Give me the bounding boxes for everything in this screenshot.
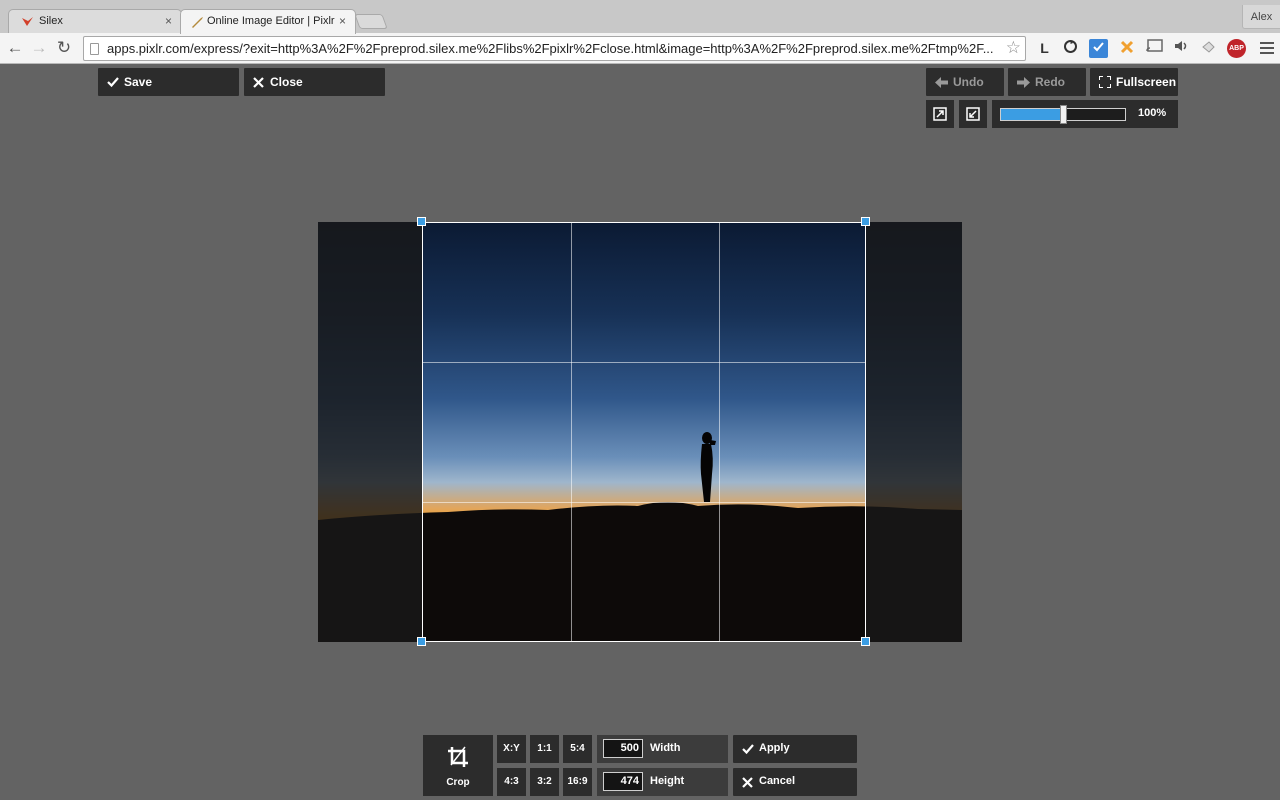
back-button[interactable]: ← bbox=[4, 37, 26, 59]
bookmark-star-icon[interactable]: ☆ bbox=[1006, 38, 1021, 58]
tab-close-icon[interactable]: × bbox=[165, 14, 172, 28]
ratio-16-9-button[interactable]: 16:9 bbox=[563, 768, 592, 796]
check-icon bbox=[107, 68, 119, 96]
crop-tool-label: Crop bbox=[446, 777, 470, 788]
zoom-slider-fill bbox=[1001, 109, 1063, 120]
check-extension-icon[interactable] bbox=[1089, 39, 1108, 58]
arrow-right-icon bbox=[1017, 68, 1030, 96]
width-input[interactable]: 500 bbox=[603, 739, 643, 758]
zoom-control: 100% bbox=[992, 100, 1178, 128]
arrow-left-icon bbox=[935, 68, 948, 96]
silex-favicon-icon bbox=[22, 17, 33, 26]
close-label: Close bbox=[270, 75, 303, 89]
zoom-slider[interactable] bbox=[1000, 105, 1126, 124]
close-icon bbox=[742, 768, 753, 796]
height-input[interactable]: 474 bbox=[603, 772, 643, 791]
crop-shade-left bbox=[318, 222, 422, 642]
fullscreen-button[interactable]: Fullscreen bbox=[1090, 68, 1178, 96]
crop-handle-top-right[interactable] bbox=[861, 217, 870, 226]
shrink-icon bbox=[966, 107, 980, 121]
chrome-menu-icon[interactable] bbox=[1260, 42, 1274, 54]
browser-toolbar: ← → ↻ apps.pixlr.com/express/?exit=http%… bbox=[0, 33, 1280, 64]
forward-button[interactable]: → bbox=[28, 37, 50, 59]
sound-icon[interactable] bbox=[1172, 39, 1191, 58]
expand-icon bbox=[933, 107, 947, 121]
redo-button[interactable]: Redo bbox=[1008, 68, 1086, 96]
ratio-free-button[interactable]: X:Y bbox=[497, 735, 526, 763]
crop-handle-bottom-right[interactable] bbox=[861, 637, 870, 646]
zoom-slider-thumb[interactable] bbox=[1060, 105, 1067, 124]
url-text[interactable]: apps.pixlr.com/express/?exit=http%3A%2F%… bbox=[107, 41, 997, 56]
fit-screen-button[interactable] bbox=[926, 100, 954, 128]
tab-title: Silex bbox=[39, 15, 63, 27]
browser-tabstrip: Silex × Online Image Editor | Pixlr × Al… bbox=[0, 0, 1280, 34]
close-button[interactable]: Close bbox=[244, 68, 385, 96]
new-tab-button[interactable] bbox=[354, 14, 388, 29]
ratio-4-3-button[interactable]: 4:3 bbox=[497, 768, 526, 796]
ratio-1-1-button[interactable]: 1:1 bbox=[530, 735, 559, 763]
page-icon bbox=[90, 43, 99, 55]
zoom-value: 100% bbox=[1138, 107, 1167, 119]
crop-handle-top-left[interactable] bbox=[417, 217, 426, 226]
crop-frame[interactable] bbox=[422, 222, 866, 642]
crop-handle-bottom-left[interactable] bbox=[417, 637, 426, 646]
crop-gridline bbox=[571, 223, 572, 641]
tab-close-icon[interactable]: × bbox=[339, 14, 346, 28]
fullscreen-label: Fullscreen bbox=[1116, 75, 1177, 89]
width-field-group: 500 Width bbox=[597, 735, 728, 763]
apply-label: Apply bbox=[759, 742, 790, 754]
tab-silex[interactable]: Silex × bbox=[8, 9, 182, 33]
pin-extension-icon[interactable] bbox=[1199, 39, 1218, 58]
height-label: Height bbox=[650, 775, 685, 787]
crop-tool-button[interactable]: Crop bbox=[423, 735, 493, 796]
crop-icon bbox=[448, 746, 468, 767]
cancel-button[interactable]: Cancel bbox=[733, 768, 857, 796]
width-label: Width bbox=[650, 742, 681, 754]
undo-label: Undo bbox=[953, 75, 984, 89]
crop-gridline bbox=[719, 223, 720, 641]
tab-title: Online Image Editor | Pixlr bbox=[207, 15, 335, 27]
close-icon bbox=[253, 68, 264, 96]
ratio-5-4-button[interactable]: 5:4 bbox=[563, 735, 592, 763]
cast-icon[interactable] bbox=[1145, 39, 1164, 58]
crop-shade-right bbox=[866, 222, 962, 642]
save-label: Save bbox=[124, 75, 153, 89]
extension-l-icon[interactable]: L bbox=[1035, 39, 1054, 58]
height-field-group: 474 Height bbox=[597, 768, 728, 796]
sync-icon[interactable] bbox=[1061, 39, 1080, 58]
cancel-label: Cancel bbox=[759, 775, 796, 787]
profile-button[interactable]: Alex bbox=[1242, 5, 1280, 29]
address-bar[interactable]: apps.pixlr.com/express/?exit=http%3A%2F%… bbox=[83, 36, 1026, 61]
check-icon bbox=[742, 735, 754, 763]
apply-button[interactable]: Apply bbox=[733, 735, 857, 763]
actual-size-button[interactable] bbox=[959, 100, 987, 128]
redo-label: Redo bbox=[1035, 75, 1065, 89]
brush-favicon-icon bbox=[192, 17, 203, 28]
puzzle-extension-icon[interactable] bbox=[1117, 39, 1136, 58]
ratio-3-2-button[interactable]: 3:2 bbox=[530, 768, 559, 796]
fullscreen-icon bbox=[1099, 68, 1111, 96]
crop-gridline bbox=[423, 362, 865, 363]
tab-pixlr[interactable]: Online Image Editor | Pixlr × bbox=[180, 9, 356, 34]
adblock-icon[interactable]: ABP bbox=[1227, 39, 1246, 58]
save-button[interactable]: Save bbox=[98, 68, 239, 96]
undo-button[interactable]: Undo bbox=[926, 68, 1004, 96]
crop-gridline bbox=[423, 502, 865, 503]
reload-button[interactable]: ↻ bbox=[53, 37, 75, 59]
